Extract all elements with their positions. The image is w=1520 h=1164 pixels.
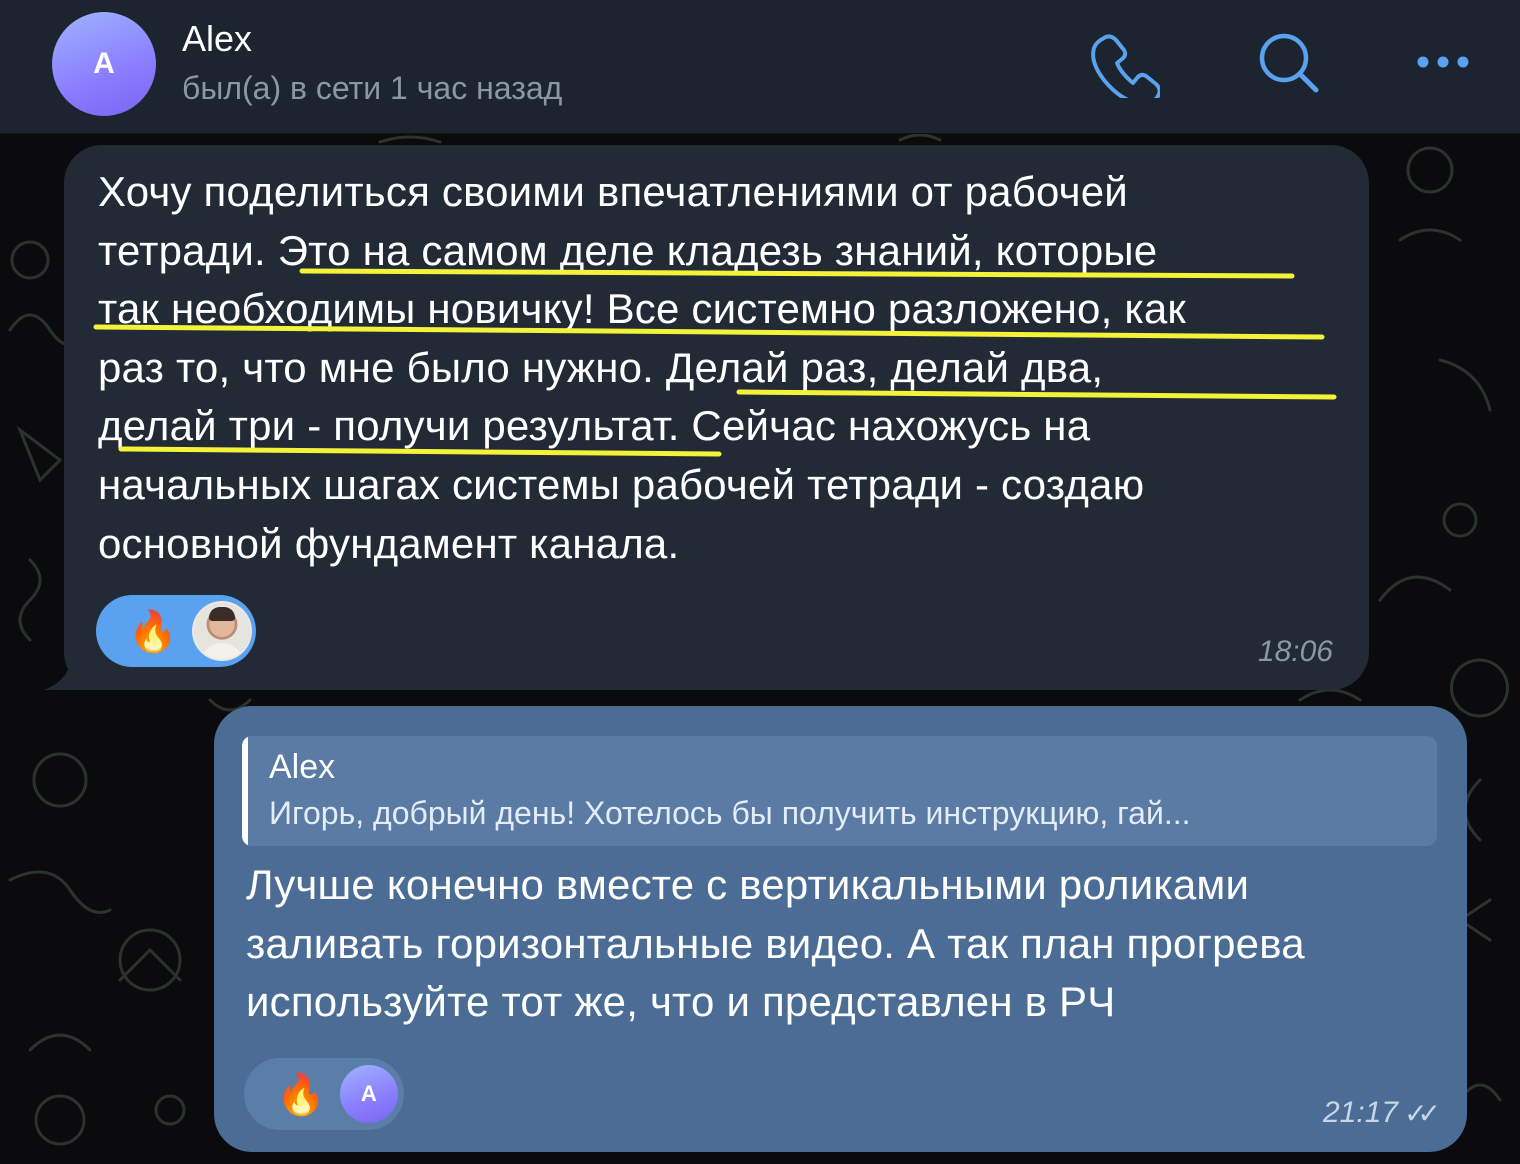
more-icon[interactable] bbox=[1408, 28, 1478, 98]
incoming-message[interactable]: Хочу поделиться своими впечатлениями от … bbox=[64, 145, 1369, 690]
contact-avatar[interactable]: A bbox=[52, 12, 156, 116]
contact-name[interactable]: Alex bbox=[182, 18, 252, 60]
text-line: начальных шагах системы рабочей тетради … bbox=[98, 460, 1145, 508]
text-line: делай три - получи результат. Сейчас нах… bbox=[98, 402, 1091, 450]
message-time: 21:17 bbox=[1323, 1096, 1399, 1129]
phone-icon[interactable] bbox=[1090, 28, 1162, 107]
avatar-letter: A bbox=[360, 1081, 377, 1106]
reply-bar bbox=[242, 736, 248, 846]
reply-author: Alex bbox=[269, 748, 336, 786]
text-line: тетради. Это на самом деле кладезь знани… bbox=[98, 226, 1158, 274]
text-line: используйте тот же, что и представлен в … bbox=[246, 978, 1116, 1026]
message-time: 18:06 bbox=[1257, 635, 1333, 668]
text-line: Хочу поделиться своими впечатлениями от … bbox=[98, 168, 1128, 215]
fire-emoji: 🔥 bbox=[276, 1072, 326, 1117]
text-line: раз то, что мне было нужно. Делай раз, д… bbox=[98, 343, 1104, 391]
reactor-photo-avatar bbox=[191, 601, 252, 661]
text-line: основной фундамент канала. bbox=[98, 519, 680, 567]
message-time-status: 21:17 ✓✓ bbox=[1323, 1096, 1441, 1130]
text-line: так необходимы новичку! Все системно раз… bbox=[98, 285, 1186, 333]
contact-status: был(а) в сети 1 час назад bbox=[182, 70, 563, 106]
outgoing-message[interactable]: Alex Игорь, добрый день! Хотелось бы пол… bbox=[214, 706, 1467, 1152]
incoming-message-text: Хочу поделиться своими впечатлениями от … bbox=[98, 163, 1358, 573]
double-check-icon: ✓✓ bbox=[1404, 1097, 1441, 1129]
text-line: заливать горизонтальные видео. А так пла… bbox=[246, 919, 1305, 967]
search-icon[interactable] bbox=[1254, 28, 1324, 98]
reaction-fire[interactable]: 🔥 bbox=[96, 595, 256, 667]
reply-text: Игорь, добрый день! Хотелось бы получить… bbox=[269, 795, 1191, 831]
fire-emoji: 🔥 bbox=[128, 609, 178, 654]
reactor-avatar: A bbox=[339, 1065, 398, 1123]
reply-quote[interactable]: Alex Игорь, добрый день! Хотелось бы пол… bbox=[242, 736, 1437, 846]
reaction-fire[interactable]: 🔥 A bbox=[244, 1058, 404, 1130]
avatar-letter: A bbox=[93, 47, 115, 80]
chat-header: A Alex был(а) в сети 1 час назад bbox=[0, 0, 1520, 134]
text-line: Лучше конечно вместе с вертикальными рол… bbox=[246, 861, 1250, 908]
outgoing-message-text: Лучше конечно вместе с вертикальными рол… bbox=[246, 856, 1446, 1032]
